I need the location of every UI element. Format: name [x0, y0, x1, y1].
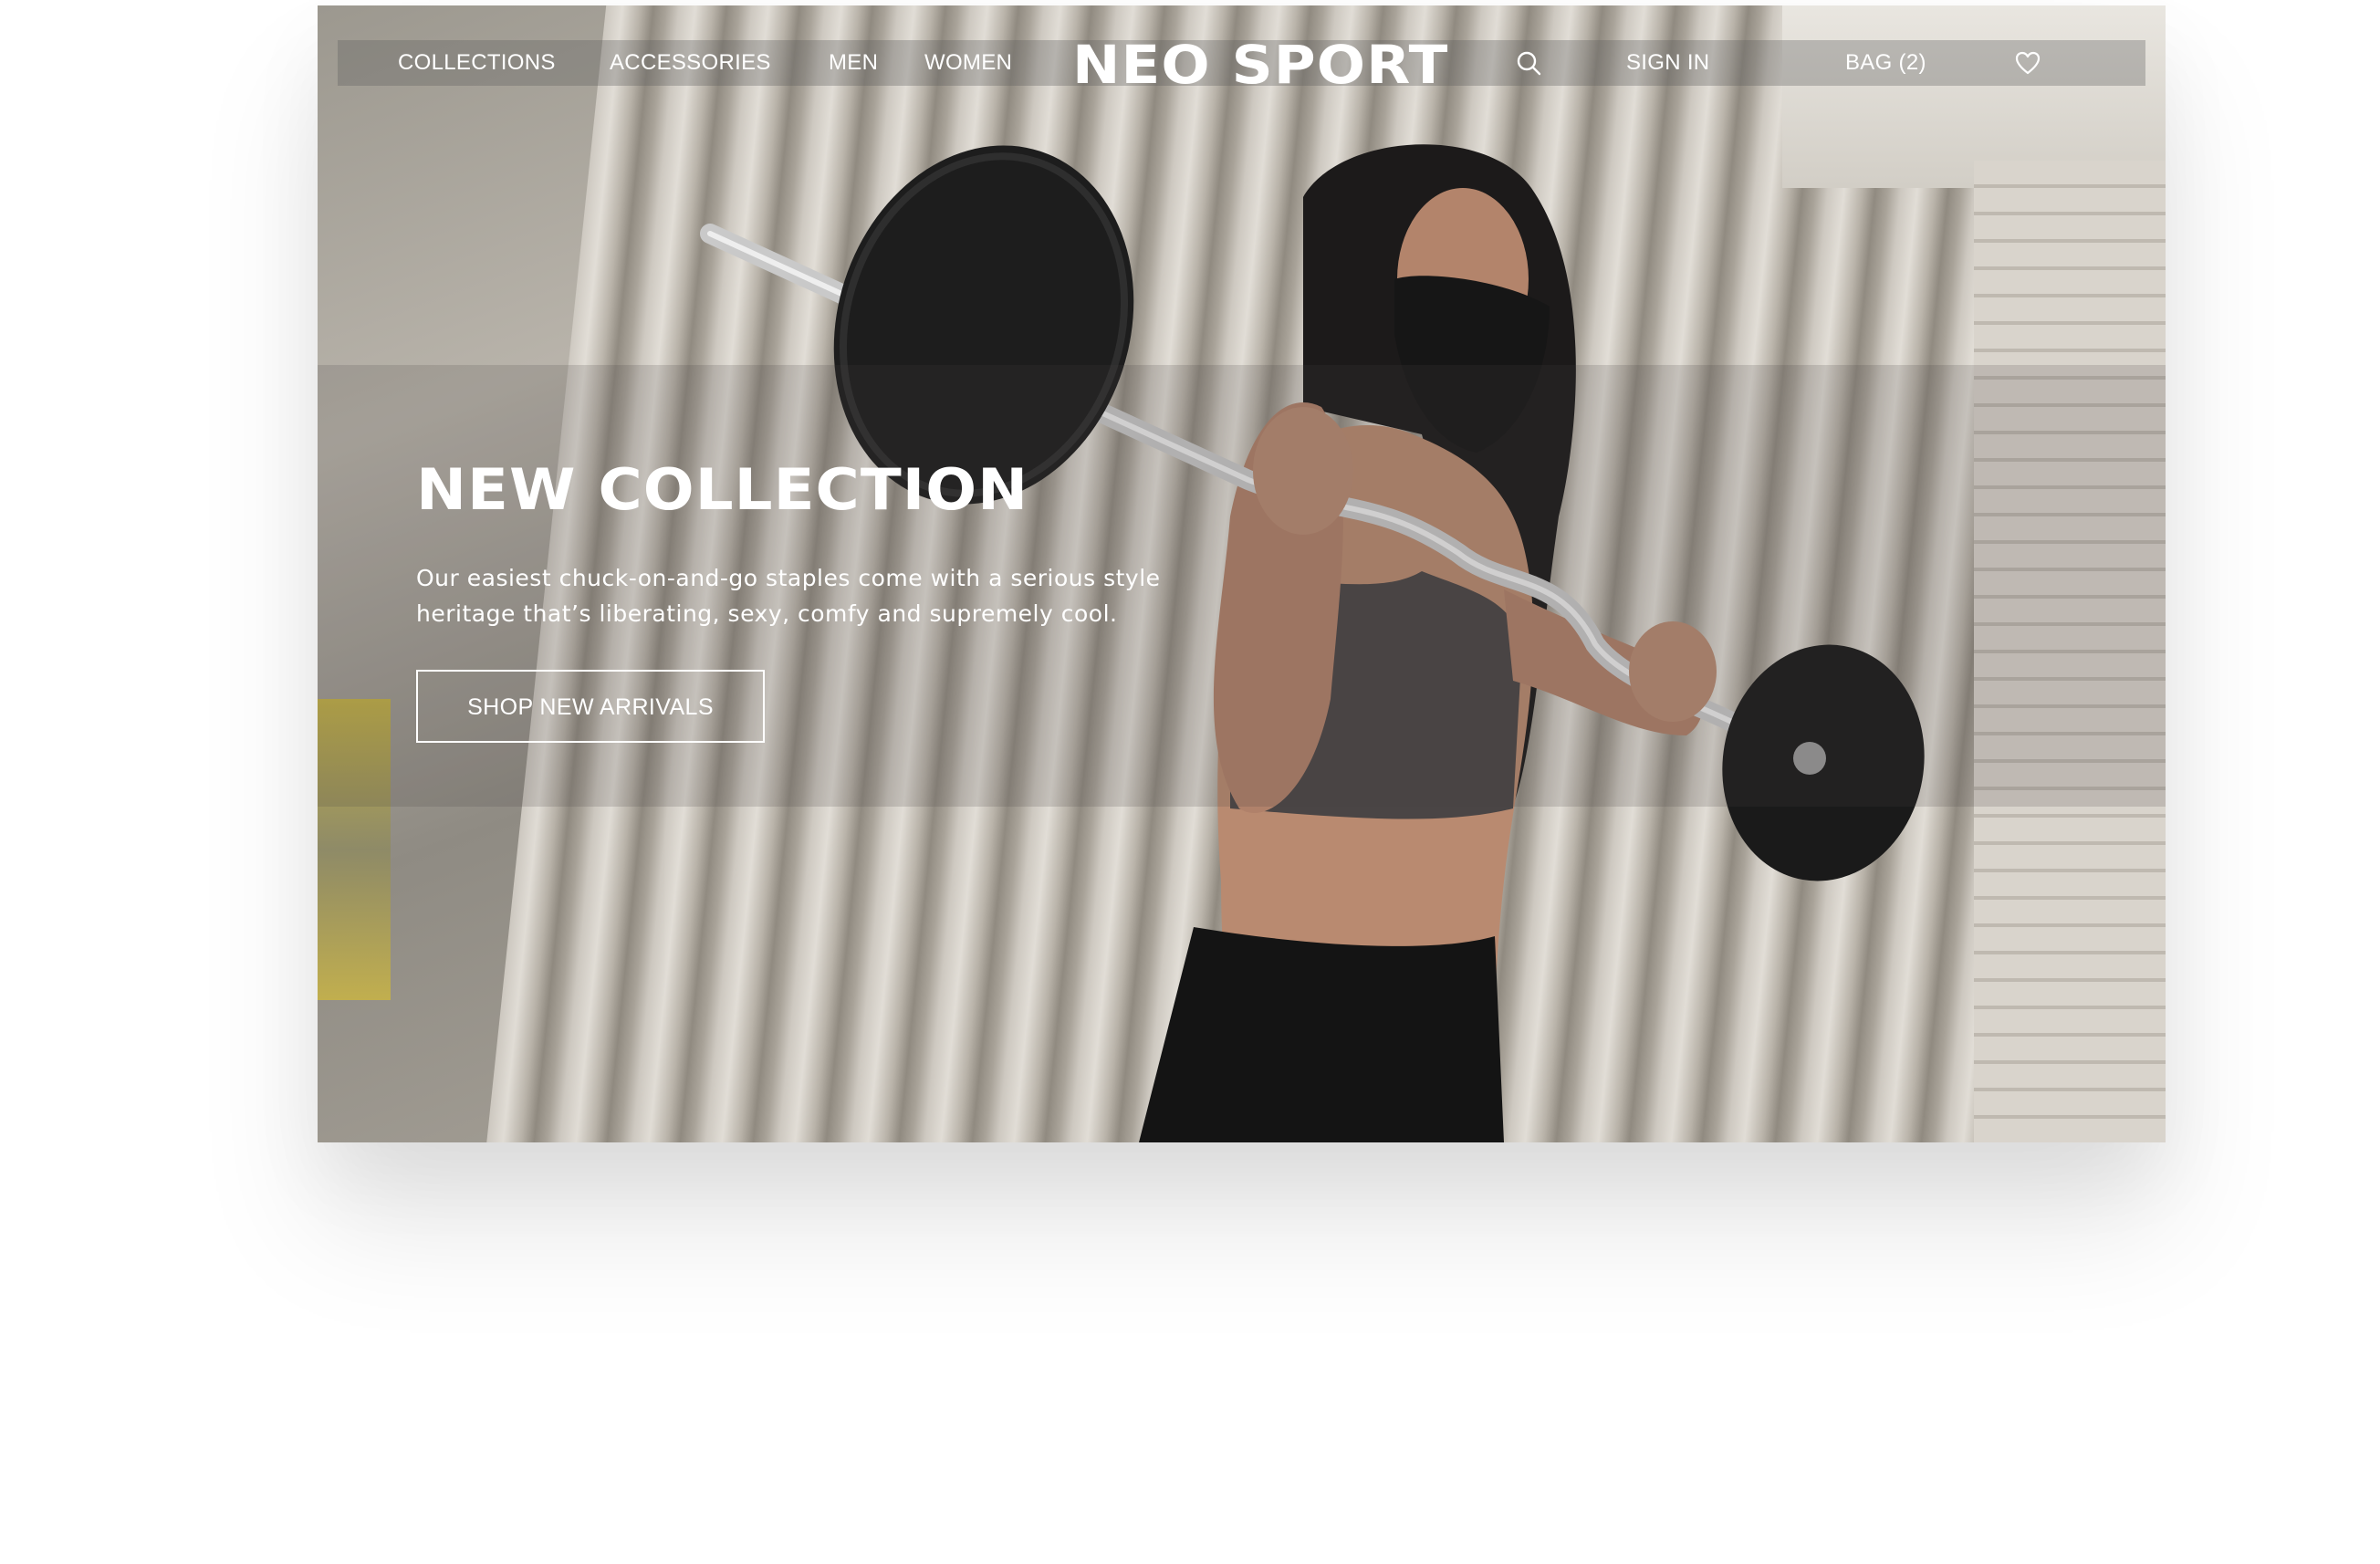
hero-title: NEW COLLECTION: [416, 456, 1029, 523]
brand-logo[interactable]: NEO SPORT: [1072, 36, 1448, 93]
hero-description-line-1: Our easiest chuck-on-and-go staples come…: [416, 565, 1161, 591]
heart-icon[interactable]: [2014, 49, 2041, 77]
shop-new-arrivals-button[interactable]: SHOP NEW ARRIVALS: [416, 670, 765, 743]
hero-banner: COLLECTIONS ACCESSORIES MEN WOMEN NEO SP…: [318, 5, 2166, 1142]
nav-men[interactable]: MEN: [829, 40, 878, 86]
search-icon[interactable]: [1515, 49, 1542, 77]
nav-accessories[interactable]: ACCESSORIES: [610, 40, 771, 86]
nav-women[interactable]: WOMEN: [924, 40, 1012, 86]
hero-description: Our easiest chuck-on-and-go staples come…: [416, 560, 1237, 631]
nav-bag[interactable]: BAG (2): [1845, 40, 1926, 86]
shorts: [1139, 927, 1504, 1142]
hero-description-line-2: heritage that’s liberating, sexy, comfy …: [416, 600, 1118, 627]
nav-sign-in[interactable]: SIGN IN: [1626, 40, 1709, 86]
nav-collections[interactable]: COLLECTIONS: [398, 40, 556, 86]
